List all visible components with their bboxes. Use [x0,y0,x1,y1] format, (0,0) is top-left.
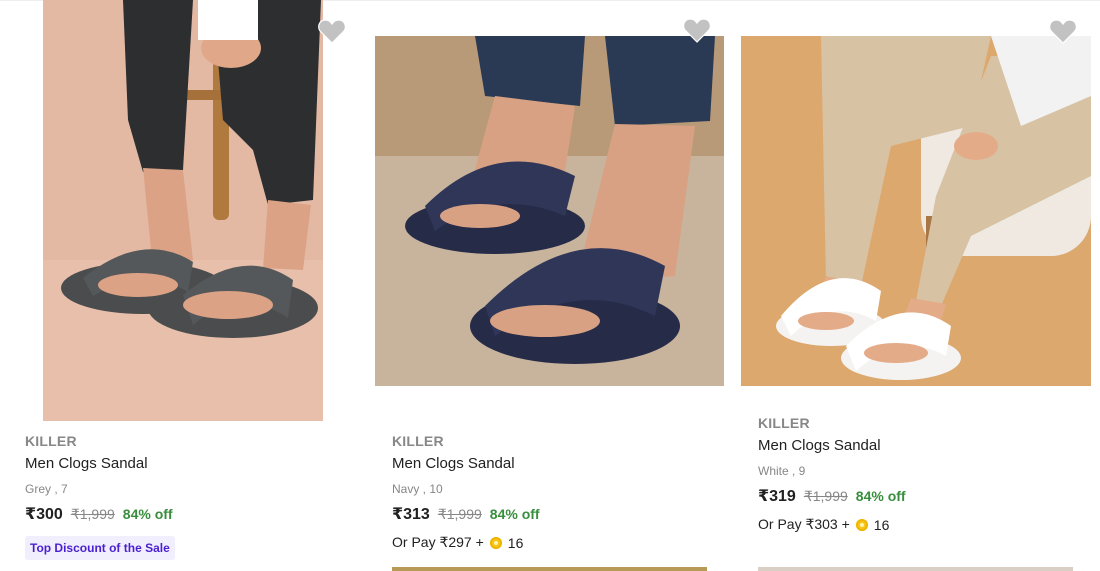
product-photo-white-sandals [741,36,1091,386]
variant-label: White , 9 [758,464,806,478]
product-card-2[interactable]: KILLER Men Clogs Sandal Navy , 10 ₹313 ₹… [367,0,733,571]
coin-count: 16 [873,516,890,533]
coin-pay-row: Or Pay ₹297 + 16 [392,534,540,551]
coin-icon [855,518,868,531]
price-row: ₹319 ₹1,999 84% off [758,486,906,506]
discount-badge: Top Discount of the Sale [25,536,175,560]
selling-price: ₹313 [392,506,430,523]
product-info: KILLER Men Clogs Sandal White , 9 ₹319 ₹… [758,415,906,533]
heart-icon[interactable] [683,17,711,43]
product-title[interactable]: Men Clogs Sandal [392,455,540,472]
next-row-image-edge [758,567,1073,571]
product-info: KILLER Men Clogs Sandal Navy , 10 ₹313 ₹… [392,433,540,551]
heart-icon[interactable] [1049,18,1077,44]
variant-label: Grey , 7 [25,482,68,496]
price-row: ₹300 ₹1,999 84% off [25,504,175,524]
product-image[interactable] [375,36,724,386]
product-card-1[interactable]: KILLER Men Clogs Sandal Grey , 7 ₹300 ₹1… [0,0,366,571]
brand-name: KILLER [392,433,444,449]
original-price: ₹1,999 [70,506,115,522]
product-info: KILLER Men Clogs Sandal Grey , 7 ₹300 ₹1… [25,433,175,560]
product-photo-grey-sandals [43,0,323,421]
product-title[interactable]: Men Clogs Sandal [758,437,906,454]
brand-name: KILLER [758,415,810,431]
product-image[interactable] [43,0,323,421]
product-photo-navy-sandals [375,36,724,386]
coin-count: 16 [507,534,524,551]
original-price: ₹1,999 [437,506,482,522]
price-row: ₹313 ₹1,999 84% off [392,504,540,524]
coin-pay-row: Or Pay ₹303 + 16 [758,516,906,533]
product-card-3[interactable]: KILLER Men Clogs Sandal White , 9 ₹319 ₹… [733,0,1100,571]
discount-percent: 84% off [122,506,173,522]
original-price: ₹1,999 [803,488,848,504]
variant-label: Navy , 10 [392,482,443,496]
selling-price: ₹300 [25,506,63,523]
pay-price-text: Or Pay ₹303 + [758,516,850,532]
heart-icon[interactable] [318,18,346,44]
discount-percent: 84% off [489,506,540,522]
product-title[interactable]: Men Clogs Sandal [25,455,175,472]
next-row-image-edge [392,567,707,571]
pay-price-text: Or Pay ₹297 + [392,534,484,550]
discount-percent: 84% off [855,488,906,504]
coin-icon [489,536,502,549]
product-image[interactable] [741,36,1091,386]
brand-name: KILLER [25,433,77,449]
selling-price: ₹319 [758,488,796,505]
